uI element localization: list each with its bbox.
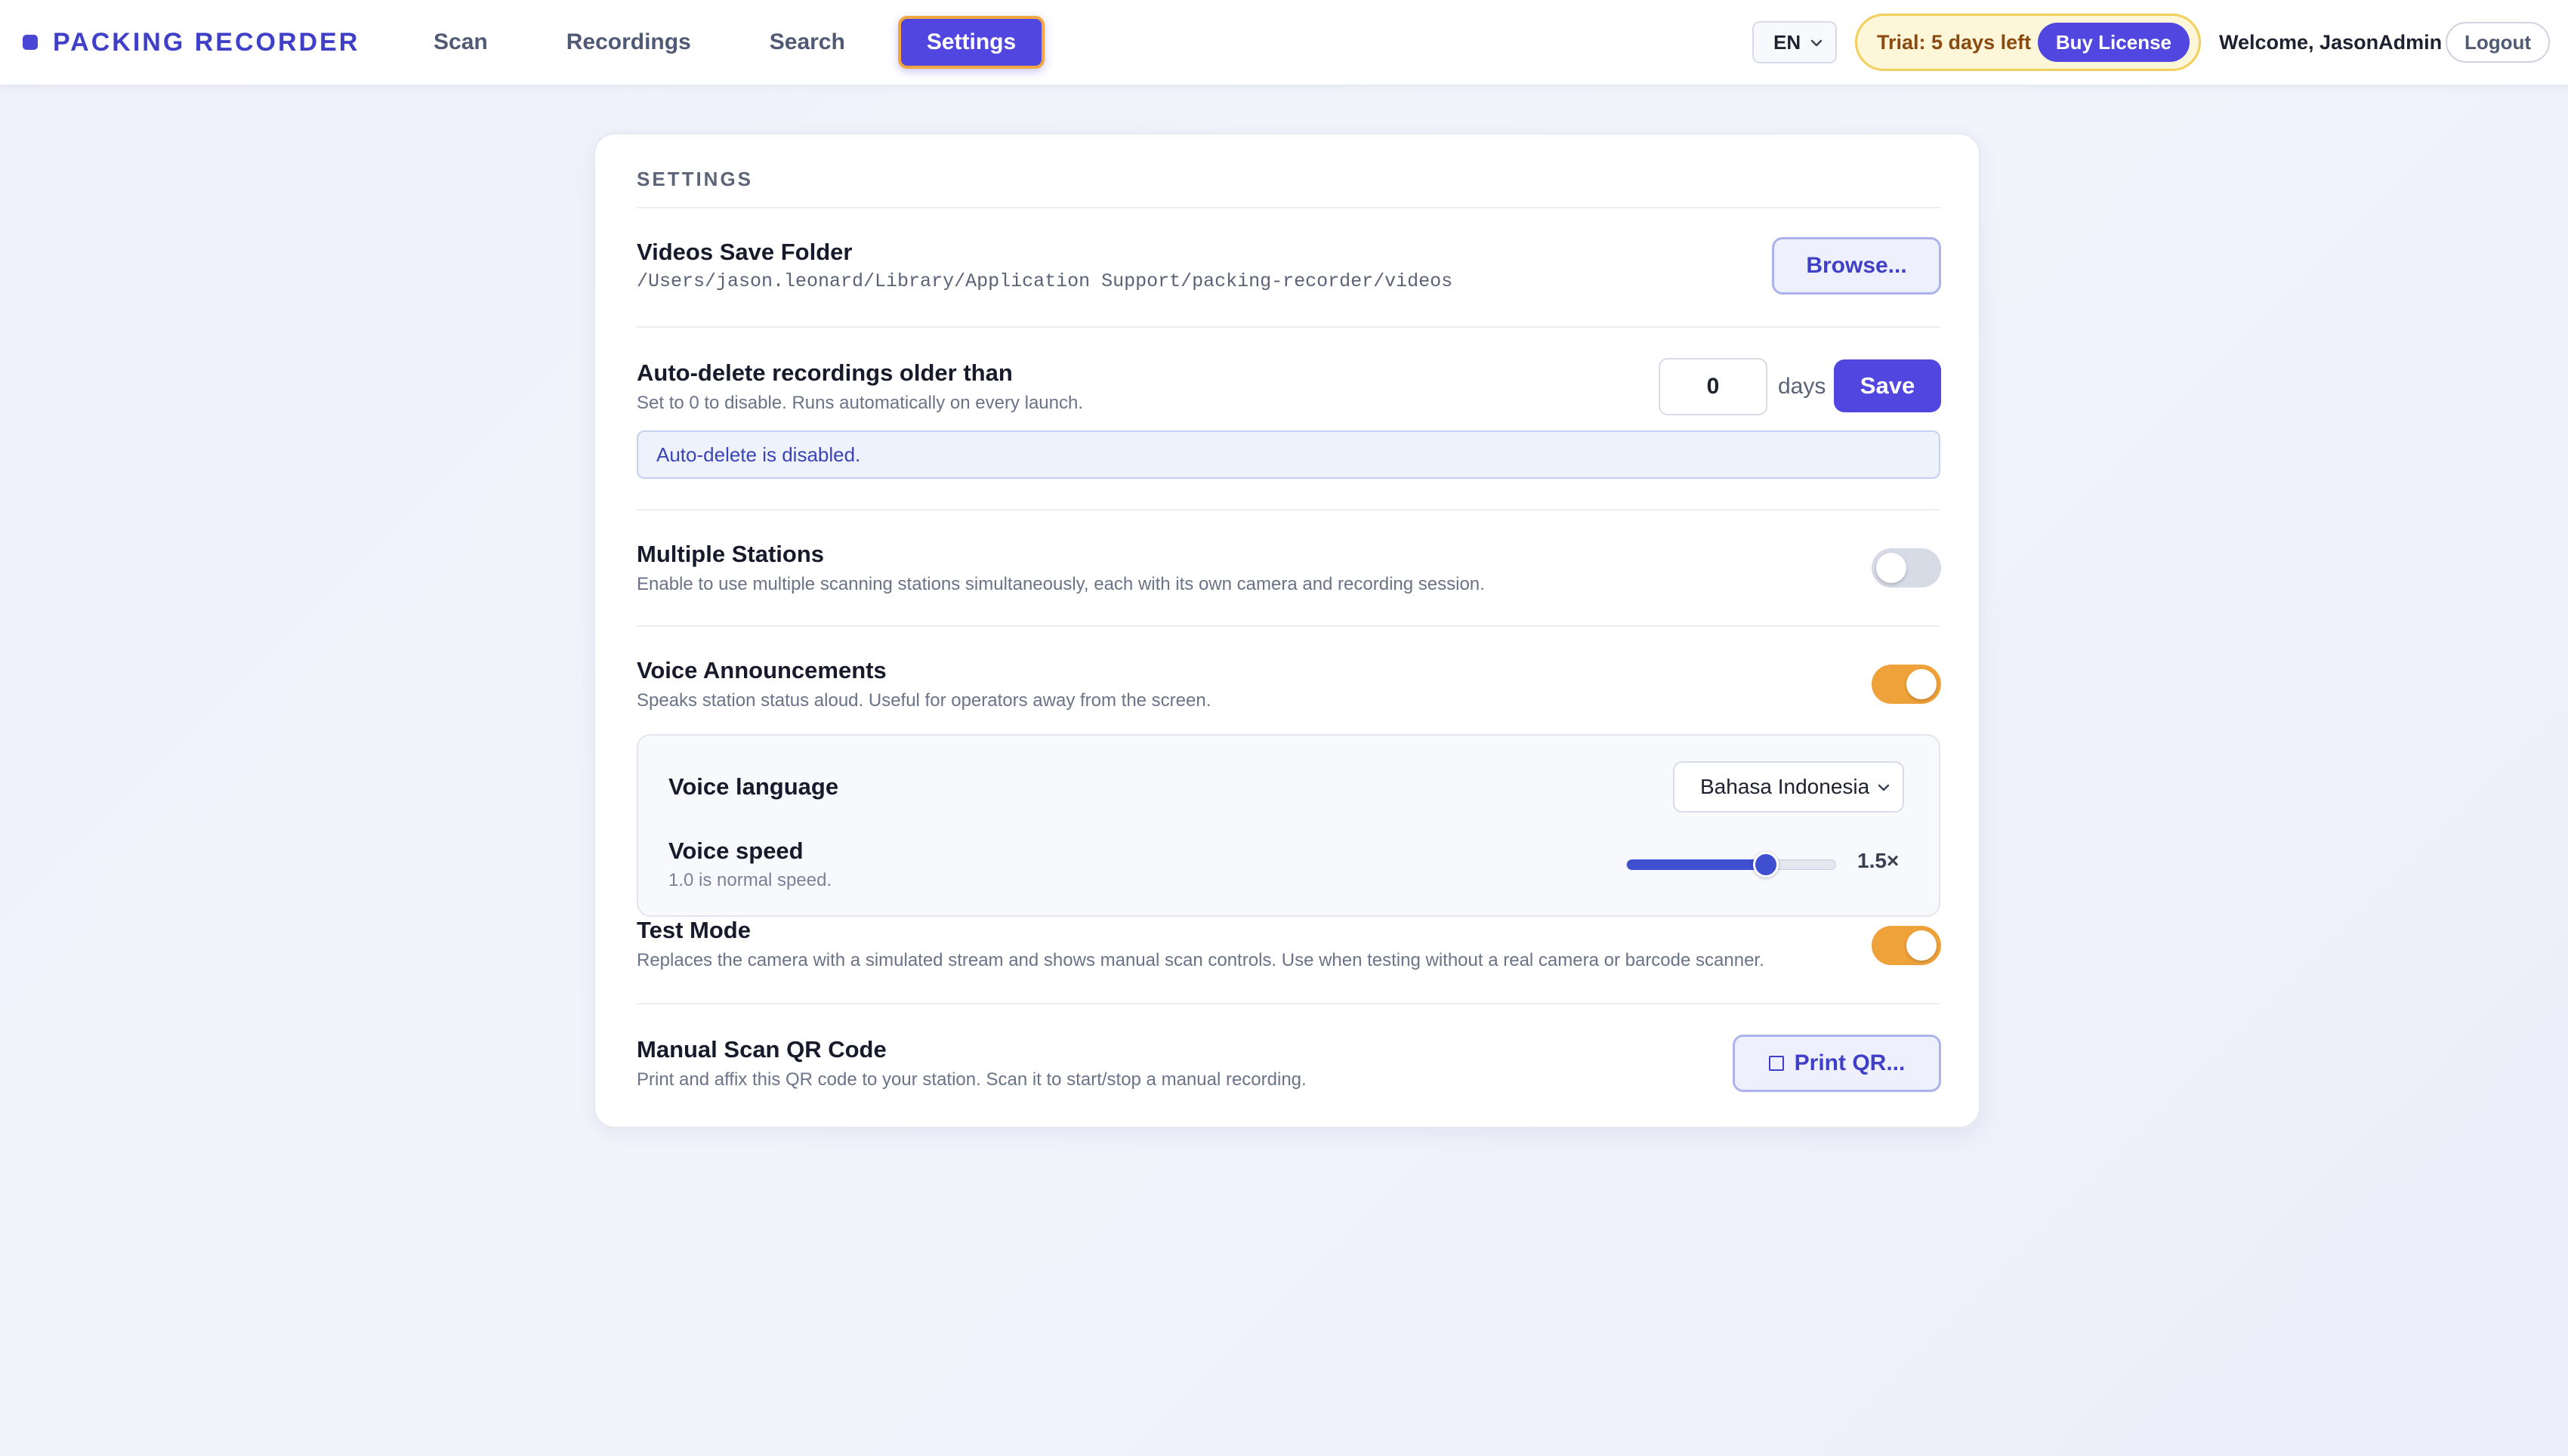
voice-announcements-title: Voice Announcements bbox=[637, 657, 887, 683]
voice-speed-slider[interactable] bbox=[1626, 852, 1836, 878]
browse-button[interactable]: Browse... bbox=[1772, 237, 1941, 295]
brand-logo-icon bbox=[23, 35, 38, 50]
welcome-text: Welcome, JasonAdmin bbox=[2219, 30, 2443, 54]
test-mode-title: Test Mode bbox=[637, 917, 751, 943]
auto-delete-status: Auto-delete is disabled. bbox=[637, 430, 1940, 479]
trial-badge: Trial: 5 days left Buy License bbox=[1855, 14, 2201, 71]
chevron-down-icon bbox=[1878, 784, 1890, 791]
toggle-knob bbox=[1906, 669, 1937, 699]
test-mode-desc: Replaces the camera with a simulated str… bbox=[637, 950, 1764, 970]
settings-title: SETTINGS bbox=[637, 168, 754, 190]
divider bbox=[637, 1003, 1940, 1004]
logout-button[interactable]: Logout bbox=[2446, 22, 2550, 63]
buy-license-button[interactable]: Buy License bbox=[2037, 23, 2190, 62]
auto-delete-title: Auto-delete recordings older than bbox=[637, 359, 1013, 386]
divider bbox=[637, 207, 1940, 208]
nav-search[interactable]: Search bbox=[744, 16, 871, 69]
voice-language-select[interactable]: Bahasa Indonesia bbox=[1673, 761, 1904, 813]
nav-settings[interactable]: Settings bbox=[897, 16, 1045, 69]
voice-speed-label: Voice speed bbox=[668, 838, 804, 864]
auto-delete-desc: Set to 0 to disable. Runs automatically … bbox=[637, 393, 1083, 413]
language-select[interactable]: EN bbox=[1752, 21, 1837, 63]
manual-qr-desc: Print and affix this QR code to your sta… bbox=[637, 1069, 1307, 1090]
test-mode-toggle[interactable] bbox=[1872, 926, 1941, 965]
print-qr-button[interactable]: Print QR... bbox=[1733, 1035, 1941, 1092]
voice-announcements-toggle[interactable] bbox=[1872, 665, 1941, 704]
brand: PACKING RECORDER bbox=[23, 0, 360, 85]
slider-thumb[interactable] bbox=[1753, 852, 1779, 878]
voice-speed-desc: 1.0 is normal speed. bbox=[668, 870, 832, 890]
divider bbox=[637, 509, 1940, 511]
top-bar: PACKING RECORDER Scan Recordings Search … bbox=[0, 0, 2568, 86]
slider-fill bbox=[1627, 859, 1766, 870]
print-qr-label: Print QR... bbox=[1794, 1050, 1906, 1075]
multiple-stations-title: Multiple Stations bbox=[637, 541, 824, 567]
videos-folder-path: /Users/jason.leonard/Library/Application… bbox=[637, 270, 1453, 292]
settings-card: SETTINGS Videos Save Folder /Users/jason… bbox=[594, 133, 1980, 1128]
nav-scan[interactable]: Scan bbox=[408, 16, 514, 69]
main-nav: Scan Recordings Search Settings bbox=[408, 14, 1072, 71]
voice-speed-value: 1.5× bbox=[1857, 849, 1900, 872]
voice-language-label: Voice language bbox=[668, 773, 839, 800]
divider bbox=[637, 326, 1940, 328]
auto-delete-days-input[interactable]: 0 bbox=[1659, 358, 1767, 415]
multiple-stations-toggle[interactable] bbox=[1872, 548, 1941, 588]
manual-qr-title: Manual Scan QR Code bbox=[637, 1036, 887, 1063]
videos-folder-title: Videos Save Folder bbox=[637, 239, 853, 265]
multiple-stations-desc: Enable to use multiple scanning stations… bbox=[637, 574, 1485, 594]
voice-announcements-desc: Speaks station status aloud. Useful for … bbox=[637, 690, 1211, 711]
voice-language-value: Bahasa Indonesia bbox=[1700, 775, 1870, 798]
voice-options-panel: Voice language Bahasa Indonesia Voice sp… bbox=[637, 734, 1940, 917]
app-name: PACKING RECORDER bbox=[53, 27, 360, 57]
language-value: EN bbox=[1773, 30, 1801, 54]
days-unit-label: days bbox=[1778, 374, 1826, 399]
qr-icon bbox=[1768, 1056, 1784, 1071]
save-button[interactable]: Save bbox=[1834, 359, 1941, 412]
toggle-knob bbox=[1876, 553, 1906, 583]
chevron-down-icon bbox=[1810, 39, 1823, 47]
nav-recordings[interactable]: Recordings bbox=[541, 16, 717, 69]
trial-text: Trial: 5 days left bbox=[1877, 30, 2032, 54]
toggle-knob bbox=[1906, 930, 1937, 961]
divider bbox=[637, 625, 1940, 627]
